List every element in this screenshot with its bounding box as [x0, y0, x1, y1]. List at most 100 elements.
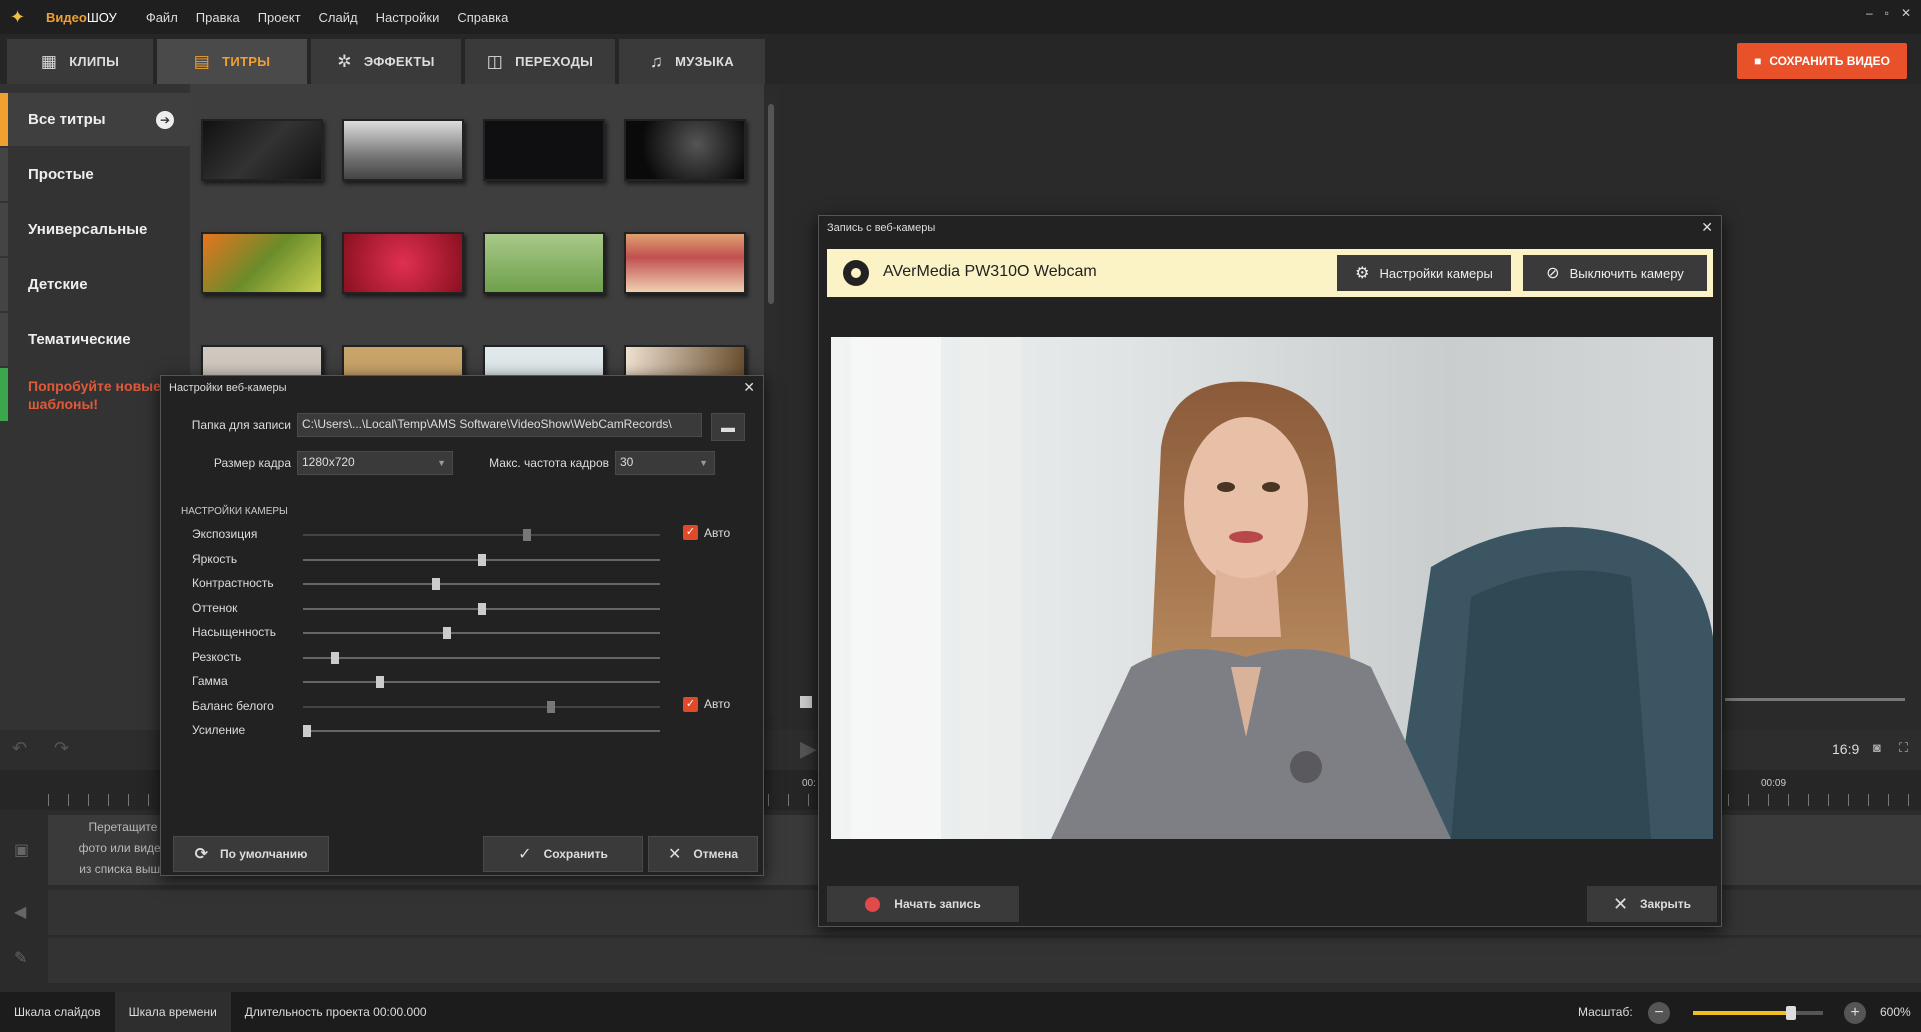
slider-label: Экспозиция	[192, 527, 258, 541]
effects-icon: ✲	[337, 51, 352, 71]
zoom-in-icon[interactable]: +	[1844, 1002, 1866, 1024]
folder-path-field[interactable]: C:\Users\...\Local\Temp\AMS Software\Vid…	[297, 413, 702, 437]
disable-camera-button[interactable]: ⊘ Выключить камеру	[1523, 255, 1707, 291]
close-icon: ✕	[667, 846, 682, 863]
snapshot-icon[interactable]: ◙	[1873, 740, 1881, 755]
tab-transitions[interactable]: ◫ ПЕРЕХОДЫ	[465, 39, 615, 84]
slider-label: Резкость	[192, 649, 242, 664]
preview-slider-knob[interactable]	[800, 696, 812, 708]
folder-icon: ▬	[721, 419, 735, 435]
scrollbar-thumb[interactable]	[768, 104, 774, 304]
camera-name: AVerMedia PW310O Webcam	[883, 263, 1097, 280]
slider-knob[interactable]	[478, 553, 486, 566]
tab-effects[interactable]: ✲ ЭФФЕКТЫ	[311, 39, 461, 84]
category-universal[interactable]: Универсальные	[0, 203, 190, 256]
gear-icon: ⚙	[1355, 265, 1370, 282]
menu-help[interactable]: Справка	[448, 10, 517, 25]
title-template-thumb[interactable]	[483, 119, 605, 181]
category-all-titles[interactable]: Все титры ➔	[0, 93, 190, 146]
close-webcam-button[interactable]: ✕ Закрыть	[1587, 886, 1717, 922]
title-template-thumb[interactable]	[624, 232, 746, 294]
camera-icon: ■	[1754, 54, 1762, 68]
save-settings-button[interactable]: ✓ Сохранить	[483, 836, 643, 872]
checkbox-checked-icon[interactable]: ✓	[683, 696, 698, 712]
tab-slides-scale[interactable]: Шкала слайдов	[0, 992, 115, 1032]
cancel-settings-button[interactable]: ✕ Отмена	[648, 836, 758, 872]
restore-icon[interactable]: ▫	[1885, 6, 1889, 20]
dialog-title: Настройки веб-камеры	[169, 382, 287, 394]
setting-slider[interactable]	[303, 700, 660, 713]
setting-slider[interactable]	[303, 553, 660, 566]
auto-checkbox[interactable]: ✓ Авто	[683, 696, 730, 712]
menu-file[interactable]: Файл	[137, 10, 187, 25]
slider-knob[interactable]	[478, 602, 486, 615]
play-icon[interactable]: ▶	[800, 736, 817, 762]
slider-knob[interactable]	[547, 700, 555, 713]
menu-slide[interactable]: Слайд	[310, 10, 367, 25]
slider-knob[interactable]	[303, 725, 311, 737]
zoom-slider[interactable]	[1693, 1006, 1823, 1020]
title-template-thumb[interactable]	[201, 232, 323, 294]
slider-label: Усиление	[192, 723, 246, 737]
reset-defaults-button[interactable]: ⟳ По умолчанию	[173, 836, 329, 872]
zoom-out-icon[interactable]: −	[1648, 1002, 1670, 1024]
voice-track[interactable]	[48, 938, 1921, 983]
frame-size-select[interactable]: 1280x720 ▼	[297, 451, 453, 475]
browse-folder-button[interactable]: ▬	[711, 413, 745, 441]
setting-slider[interactable]	[303, 725, 660, 737]
setting-slider[interactable]	[303, 627, 660, 639]
tab-titles[interactable]: ▤ ТИТРЫ	[157, 39, 307, 84]
ruler-time-label: 00:09	[1761, 778, 1787, 789]
preview-progress[interactable]	[1725, 698, 1905, 701]
slider-label: Оттенок	[192, 600, 238, 615]
title-template-thumb[interactable]	[483, 232, 605, 294]
minimize-icon[interactable]: –	[1866, 6, 1873, 20]
close-icon[interactable]: ✕	[743, 379, 755, 396]
category-simple[interactable]: Простые	[0, 148, 190, 201]
transitions-icon: ◫	[486, 51, 504, 71]
menu-edit[interactable]: Правка	[187, 10, 249, 25]
webcam-video-feed	[831, 337, 1713, 839]
menu-project[interactable]: Проект	[249, 10, 310, 25]
start-recording-button[interactable]: Начать запись	[827, 886, 1019, 922]
aspect-ratio[interactable]: 16:9	[1832, 741, 1859, 757]
setting-slider[interactable]	[303, 578, 660, 590]
tab-music[interactable]: ♫ МУЗЫКА	[619, 39, 765, 84]
fullscreen-icon[interactable]: ⛶	[1899, 740, 1908, 756]
slider-knob[interactable]	[443, 627, 451, 639]
slider-knob[interactable]	[523, 529, 531, 541]
category-thematic[interactable]: Тематические	[0, 313, 190, 366]
setting-slider[interactable]	[303, 651, 660, 664]
checkbox-checked-icon[interactable]: ✓	[683, 525, 698, 540]
redo-icon[interactable]: ↷	[54, 738, 69, 759]
close-icon[interactable]: ✕	[1701, 219, 1713, 236]
zoom-value: 600%	[1880, 1005, 1911, 1019]
setting-slider[interactable]	[303, 529, 660, 541]
setting-slider[interactable]	[303, 602, 660, 615]
save-video-button[interactable]: ■ СОХРАНИТЬ ВИДЕО	[1737, 43, 1907, 79]
title-template-thumb[interactable]	[624, 119, 746, 181]
tab-time-scale[interactable]: Шкала времени	[114, 992, 231, 1032]
camera-settings-button[interactable]: ⚙ Настройки камеры	[1337, 255, 1511, 291]
camera-header: AVerMedia PW310O Webcam ⚙ Настройки камер…	[827, 249, 1713, 297]
gallery-scrollbar[interactable]	[766, 96, 776, 716]
setting-slider[interactable]	[303, 676, 660, 688]
dialog-title: Запись с веб-камеры	[827, 222, 936, 234]
slider-knob[interactable]	[432, 578, 440, 590]
close-icon[interactable]: ✕	[1901, 6, 1911, 20]
status-bar: Шкала слайдов Шкала времени Длительность…	[0, 992, 1921, 1032]
menu-settings[interactable]: Настройки	[367, 10, 449, 25]
fps-select[interactable]: 30 ▼	[615, 451, 715, 475]
title-template-thumb[interactable]	[342, 232, 464, 294]
category-kids[interactable]: Детские	[0, 258, 190, 311]
undo-icon[interactable]: ↶	[12, 738, 27, 759]
auto-checkbox[interactable]: ✓ Авто	[683, 525, 730, 540]
slider-knob[interactable]	[331, 651, 339, 664]
folder-label: Папка для записи	[191, 418, 291, 432]
slider-knob[interactable]	[376, 676, 384, 688]
title-template-thumb[interactable]	[201, 119, 323, 181]
tab-clips[interactable]: ▦ КЛИПЫ	[7, 39, 153, 84]
refresh-icon: ⟳	[194, 846, 208, 863]
zoom-slider-knob[interactable]	[1785, 1006, 1796, 1020]
title-template-thumb[interactable]	[342, 119, 464, 181]
